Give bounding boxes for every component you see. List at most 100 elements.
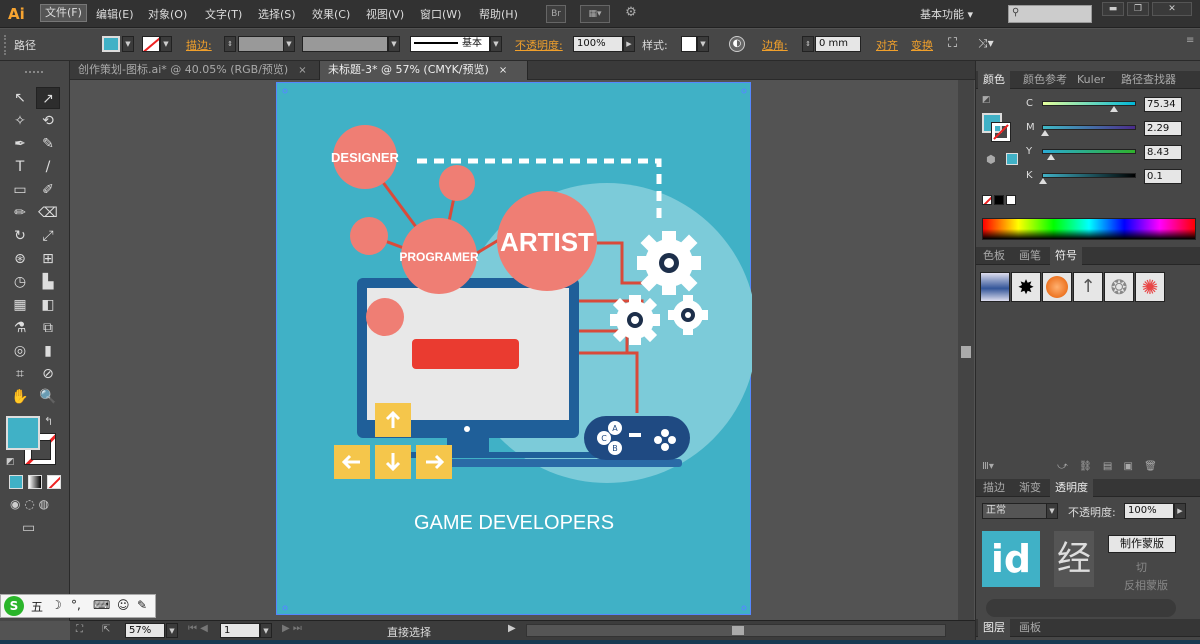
corner-label[interactable]: 边角: bbox=[762, 37, 788, 53]
moon-icon[interactable]: ☽ bbox=[51, 598, 62, 612]
graphic-style-swatch[interactable] bbox=[681, 36, 697, 52]
symbol-flower[interactable]: ✺ bbox=[1135, 272, 1165, 302]
delete-symbol-icon[interactable]: 🗑 bbox=[1144, 461, 1157, 472]
opacity-dropdown[interactable]: ▶ bbox=[623, 36, 635, 52]
drawing-modes-icon[interactable]: ◉ ◌ ◍ bbox=[10, 497, 60, 513]
default-fill-stroke-icon[interactable]: ◩ bbox=[982, 95, 991, 105]
menu-select[interactable]: 选择(S) bbox=[258, 6, 296, 22]
tab-symbols[interactable]: 符号 bbox=[1050, 247, 1082, 265]
tool-20[interactable]: ◧ bbox=[36, 294, 60, 316]
status-menu-arrow[interactable]: ▶ bbox=[508, 623, 516, 634]
fill-color-front[interactable] bbox=[6, 416, 40, 450]
stroke-dropdown[interactable]: ▼ bbox=[160, 36, 172, 52]
variable-width-field[interactable] bbox=[302, 36, 388, 52]
fill-swatch[interactable] bbox=[102, 36, 120, 52]
tab-color-guide[interactable]: 颜色参考 bbox=[1018, 71, 1072, 89]
tool-6[interactable]: ✎ bbox=[36, 133, 60, 155]
channel-slider[interactable] bbox=[1039, 173, 1136, 184]
tool-5[interactable]: ✒ bbox=[8, 133, 32, 155]
stroke-weight-field[interactable] bbox=[238, 36, 284, 52]
next-page-icon[interactable]: ▶ ⏭ bbox=[282, 623, 302, 634]
tool-25[interactable]: ⌗ bbox=[8, 363, 32, 385]
make-mask-button[interactable]: 制作蒙版 bbox=[1108, 535, 1176, 553]
symbol-orange-orb[interactable] bbox=[1042, 272, 1072, 302]
none-swatch[interactable] bbox=[982, 195, 992, 205]
tool-17[interactable]: ◷ bbox=[8, 271, 32, 293]
keyboard-icon[interactable]: ⌨ bbox=[93, 598, 110, 612]
tab-brushes[interactable]: 画笔 bbox=[1014, 247, 1046, 265]
tool-16[interactable]: ⊞ bbox=[36, 248, 60, 270]
tool-8[interactable]: / bbox=[36, 156, 60, 178]
slider-thumb[interactable] bbox=[1046, 154, 1055, 160]
symbol-library-icon[interactable]: Ⅲ▾ bbox=[982, 461, 994, 472]
out-of-gamut-icon[interactable]: ⬢ bbox=[986, 153, 996, 166]
tool-27[interactable]: ✋ bbox=[8, 386, 32, 408]
tab-transparency[interactable]: 透明度 bbox=[1050, 479, 1093, 497]
tab-pathfinder[interactable]: 路径查找器 bbox=[1116, 71, 1181, 89]
symbol-ring[interactable]: ❂ bbox=[1104, 272, 1134, 302]
tool-1[interactable]: ↖ bbox=[8, 87, 32, 109]
artboard[interactable]: DESIGNER PROGRAMER ARTIST A C B GAME DEV… bbox=[276, 82, 752, 616]
symbol-ink-splat[interactable]: ✸ bbox=[1011, 272, 1041, 302]
menu-effect[interactable]: 效果(C) bbox=[312, 6, 350, 22]
tool-26[interactable]: ⊘ bbox=[36, 363, 60, 385]
minimize-button[interactable]: ▬ bbox=[1102, 2, 1124, 16]
tab-stroke[interactable]: 描边 bbox=[978, 479, 1010, 497]
arrange-documents-button[interactable]: ▦▾ bbox=[580, 5, 610, 23]
symbol-blue-banner[interactable] bbox=[980, 272, 1010, 302]
more-options-icon[interactable]: ⤨▾ bbox=[978, 36, 1006, 52]
ime-mode-button[interactable]: 五 bbox=[31, 598, 43, 615]
transform-link[interactable]: 变换 bbox=[911, 37, 933, 53]
blend-mode-dropdown[interactable]: ▼ bbox=[1046, 503, 1058, 519]
tool-23[interactable]: ◎ bbox=[8, 340, 32, 362]
scroll-thumb[interactable] bbox=[961, 346, 971, 358]
tool-15[interactable]: ⊛ bbox=[8, 248, 32, 270]
corner-field[interactable]: 0 mm bbox=[815, 36, 861, 52]
game-developers-artwork[interactable]: DESIGNER PROGRAMER ARTIST A C B GAME DEV… bbox=[277, 83, 752, 616]
first-page-icon[interactable]: ⏮ ◀ bbox=[188, 623, 208, 634]
break-link-icon[interactable]: ⛓ bbox=[1079, 461, 1092, 472]
tool-28[interactable]: 🔍 bbox=[36, 386, 60, 408]
panel-stroke-swatch[interactable] bbox=[991, 122, 1011, 142]
channel-value-field[interactable]: 2.29 bbox=[1144, 121, 1182, 136]
align-link[interactable]: 对齐 bbox=[876, 37, 898, 53]
screen-mode-icon[interactable]: ▭ bbox=[22, 520, 44, 536]
channel-value-field[interactable]: 0.1 bbox=[1144, 169, 1182, 184]
black-swatch[interactable] bbox=[994, 195, 1004, 205]
tool-4[interactable]: ⟲ bbox=[36, 110, 60, 132]
menu-file[interactable]: 文件(F) bbox=[40, 4, 87, 22]
none-mode-button[interactable] bbox=[47, 475, 61, 489]
panel-menu-icon[interactable]: ≡ bbox=[1186, 35, 1196, 55]
stroke-weight-dropdown[interactable]: ▼ bbox=[283, 36, 295, 52]
stroke-weight-stepper[interactable]: ⇕ bbox=[224, 36, 236, 52]
view-icon[interactable]: ⛶ bbox=[76, 624, 83, 635]
tab-document-2[interactable]: 未标题-3* @ 57% (CMYK/预览) × bbox=[320, 61, 528, 80]
new-symbol-icon[interactable]: ▣ bbox=[1124, 461, 1133, 472]
swap-colors-icon[interactable]: ↰ bbox=[44, 415, 53, 428]
blend-mode-select[interactable]: 正常 bbox=[982, 503, 1052, 519]
restore-button[interactable]: ❐ bbox=[1127, 2, 1149, 16]
gradient-mode-button[interactable] bbox=[28, 475, 42, 489]
tool-2[interactable]: ↗ bbox=[36, 87, 60, 109]
vertical-scrollbar[interactable] bbox=[958, 80, 974, 620]
symbol-pointer[interactable]: ↑ bbox=[1073, 272, 1103, 302]
opacity-label[interactable]: 不透明度: bbox=[515, 37, 563, 53]
tool-7[interactable]: T bbox=[8, 156, 32, 178]
menu-edit[interactable]: 编辑(E) bbox=[96, 6, 134, 22]
tool-22[interactable]: ⧉ bbox=[36, 317, 60, 339]
channel-slider[interactable] bbox=[1042, 101, 1136, 112]
transparency-opacity-arrow[interactable]: ▶ bbox=[1174, 503, 1186, 519]
color-spectrum[interactable] bbox=[982, 218, 1196, 240]
tab-layers[interactable]: 图层 bbox=[978, 619, 1010, 637]
ime-logo-icon[interactable]: S bbox=[4, 596, 24, 616]
gamut-swatch[interactable] bbox=[1006, 153, 1018, 165]
isolate-icon[interactable]: ⛶ bbox=[948, 36, 966, 52]
default-colors-icon[interactable]: ◩ bbox=[6, 457, 15, 467]
brush-style-field[interactable]: 基本 bbox=[410, 36, 490, 52]
corner-stepper[interactable]: ⇕ bbox=[802, 36, 814, 52]
page-field[interactable]: 1 bbox=[220, 623, 260, 638]
tool-12[interactable]: ⌫ bbox=[36, 202, 60, 224]
tool-10[interactable]: ✐ bbox=[36, 179, 60, 201]
zoom-field[interactable]: 57% bbox=[125, 623, 165, 638]
white-swatch[interactable] bbox=[1006, 195, 1016, 205]
